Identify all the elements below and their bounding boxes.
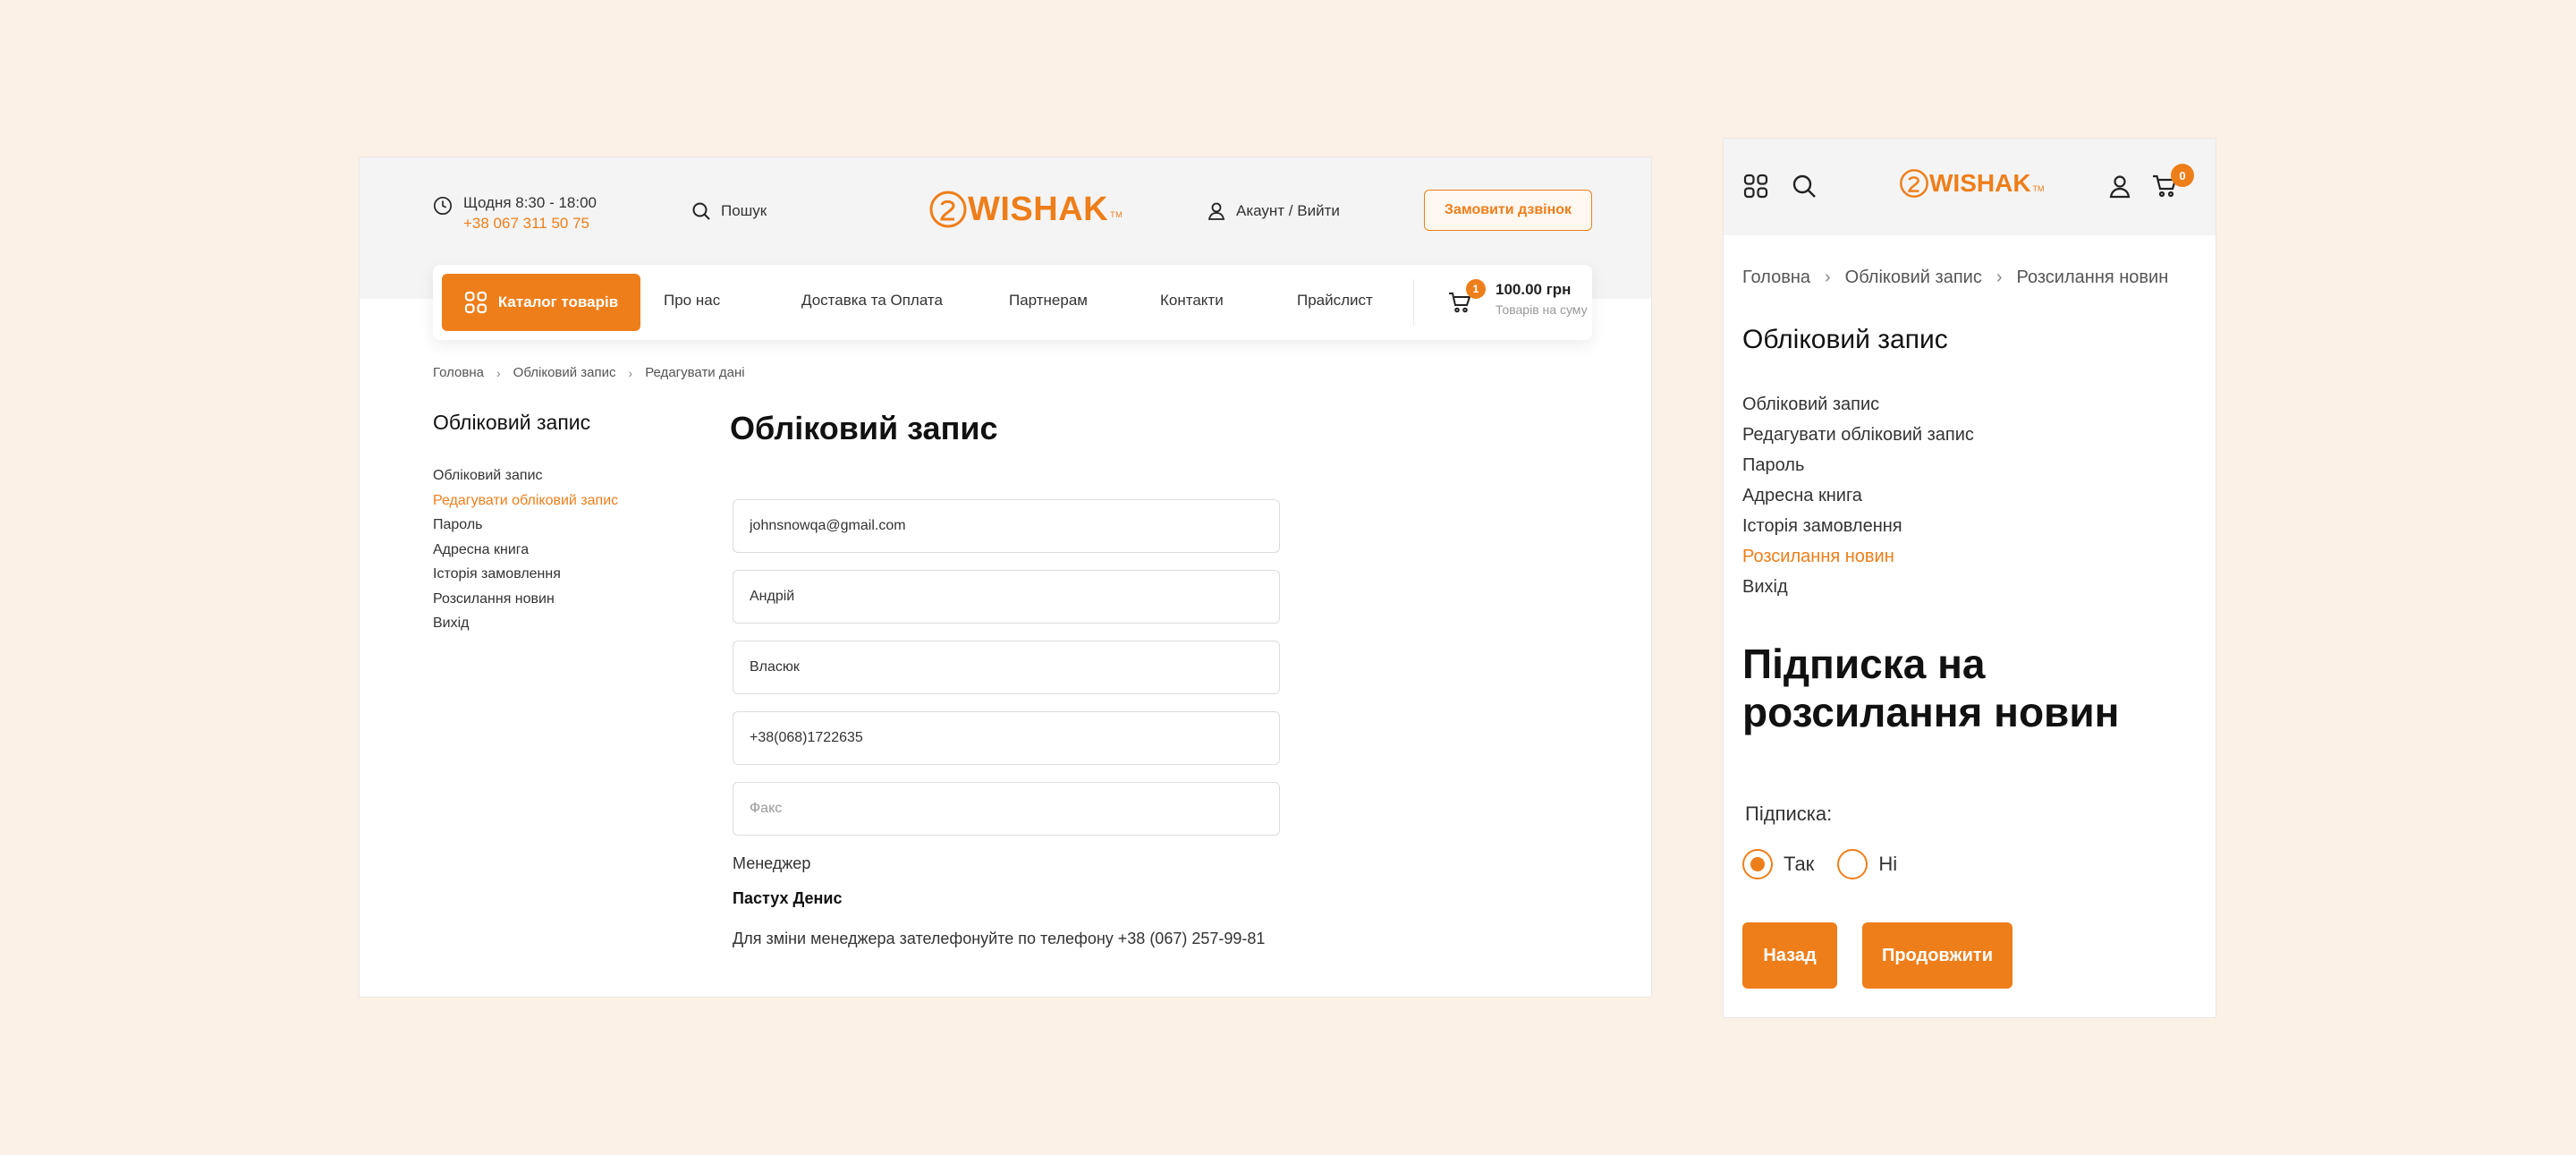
logo-text: WISHAK: [968, 190, 1109, 228]
breadcrumb-home[interactable]: Головна: [433, 365, 484, 380]
nav-divider: [1413, 279, 1414, 326]
logo-text: WISHAK: [1929, 169, 2031, 197]
sidebar-item-address-book[interactable]: Адресна книга: [1742, 480, 1974, 511]
radio-no[interactable]: [1837, 849, 1868, 879]
fax-field[interactable]: [733, 782, 1280, 836]
breadcrumb-account[interactable]: Обліковий запис: [513, 365, 616, 380]
nav-delivery[interactable]: Доставка та Оплата: [801, 292, 943, 310]
sidebar-item-edit-account[interactable]: Редагувати обліковий запис: [433, 488, 618, 514]
sidebar-item-password[interactable]: Пароль: [1742, 450, 1974, 480]
hours-text: Щодня 8:30 - 18:00: [463, 194, 597, 211]
sidebar-title: Обліковий запис: [433, 411, 591, 434]
chevron-right-icon: ›: [1825, 268, 1831, 287]
back-button[interactable]: Назад: [1742, 922, 1837, 989]
desktop-frame: Щодня 8:30 - 18:00 +38 067 311 50 75 Пош…: [359, 157, 1652, 998]
continue-button[interactable]: Продовжити: [1862, 922, 2012, 989]
manager-label: Менеджер: [733, 854, 811, 872]
chevron-right-icon: ›: [496, 365, 501, 380]
sidebar-item-password[interactable]: Пароль: [433, 513, 618, 538]
subscription-label: Підписка:: [1745, 803, 1833, 825]
logo[interactable]: WISHAK TM: [928, 190, 1123, 229]
account-sidebar: Обліковий запис Редагувати обліковий зап…: [1742, 389, 1974, 602]
account-link[interactable]: Акаунт / Вийти: [1206, 200, 1340, 222]
sidebar-item-address-book[interactable]: Адресна книга: [433, 538, 618, 563]
breadcrumb-current: Редагувати дані: [645, 365, 745, 380]
cart-count-badge: 1: [1466, 279, 1486, 299]
radio-selected-dot: [1750, 857, 1765, 871]
sidebar-item-edit-account[interactable]: Редагувати обліковий запис: [1742, 420, 1974, 450]
breadcrumb: Головна › Обліковий запис › Редагувати д…: [433, 365, 745, 380]
account-label: Акаунт / Вийти: [1236, 202, 1340, 219]
grid-icon: [464, 291, 487, 314]
subscription-options: Так Ні: [1742, 849, 1897, 879]
breadcrumb-home[interactable]: Головна: [1742, 268, 1810, 288]
sidebar-item-order-history[interactable]: Історія замовлення: [433, 562, 618, 587]
logo-tm: TM: [1110, 210, 1123, 219]
logo-mark-icon: [1900, 169, 1928, 198]
breadcrumb-current: Розсилання новин: [2016, 268, 2169, 287]
clock-icon: [434, 197, 452, 215]
sidebar-item-logout[interactable]: Вихід: [1742, 572, 1974, 602]
phone-field[interactable]: [733, 711, 1280, 765]
radio-yes-label[interactable]: Так: [1784, 853, 1814, 876]
search-icon[interactable]: [1791, 173, 1818, 200]
sidebar-item-newsletter[interactable]: Розсилання новин: [1742, 541, 1974, 572]
main-navigation: Каталог товарів Про нас Доставка та Опла…: [433, 265, 1592, 340]
breadcrumb-account[interactable]: Обліковий запис: [1845, 268, 1982, 288]
cart-count-badge: 0: [2171, 164, 2194, 187]
nav-about[interactable]: Про нас: [664, 292, 720, 310]
request-call-button[interactable]: Замовити дзвінок: [1424, 190, 1592, 231]
email-field[interactable]: [733, 499, 1280, 553]
nav-partners[interactable]: Партнерам: [1009, 292, 1088, 310]
page-title: Обліковий запис: [730, 410, 998, 446]
logo-tm: TM: [2032, 184, 2045, 193]
account-sidebar: Обліковий запис Редагувати обліковий зап…: [433, 463, 618, 636]
sidebar-title: Обліковий запис: [1742, 325, 1948, 354]
working-hours: Щодня 8:30 - 18:00 +38 067 311 50 75: [433, 193, 597, 234]
chevron-right-icon: ›: [628, 365, 633, 380]
manager-note: Для зміни менеджера зателефонуйте по тел…: [733, 930, 1266, 947]
search-button[interactable]: Пошук: [691, 200, 767, 222]
mobile-logo[interactable]: WISHAK TM: [1899, 168, 2045, 199]
logo-mark-icon: [929, 191, 967, 228]
sidebar-item-logout[interactable]: Вихід: [433, 611, 618, 636]
manager-name: Пастух Денис: [733, 889, 843, 907]
search-icon: [692, 202, 710, 220]
first-name-field[interactable]: [733, 570, 1280, 624]
nav-pricelist[interactable]: Прайслист: [1297, 292, 1373, 310]
menu-grid-icon[interactable]: [1742, 173, 1769, 200]
radio-no-label[interactable]: Ні: [1878, 853, 1897, 876]
cart-total-caption: Товарів на суму: [1496, 302, 1588, 317]
radio-yes[interactable]: [1742, 849, 1773, 879]
page-title: Підписка на розсилання новин: [1742, 641, 2120, 735]
cart-total: 100.00 грн: [1496, 281, 1572, 298]
phone-link[interactable]: +38 067 311 50 75: [463, 213, 597, 234]
sidebar-item-order-history[interactable]: Історія замовлення: [1742, 511, 1974, 541]
mobile-frame: WISHAK TM 0 Головна › Обліковий запис › Р…: [1723, 138, 2216, 1018]
search-label: Пошук: [721, 202, 767, 219]
sidebar-item-newsletter[interactable]: Розсилання новин: [433, 587, 618, 612]
catalog-button[interactable]: Каталог товарів: [442, 274, 640, 331]
last-name-field[interactable]: [733, 641, 1280, 694]
breadcrumb: Головна › Обліковий запис › Розсилання н…: [1742, 268, 2168, 288]
chevron-right-icon: ›: [1996, 268, 2003, 287]
nav-contacts[interactable]: Контакти: [1160, 292, 1224, 310]
user-icon[interactable]: [2106, 173, 2133, 200]
sidebar-item-account[interactable]: Обліковий запис: [433, 463, 618, 488]
sidebar-item-account[interactable]: Обліковий запис: [1742, 389, 1974, 420]
user-icon: [1208, 202, 1225, 220]
catalog-label: Каталог товарів: [497, 293, 619, 310]
